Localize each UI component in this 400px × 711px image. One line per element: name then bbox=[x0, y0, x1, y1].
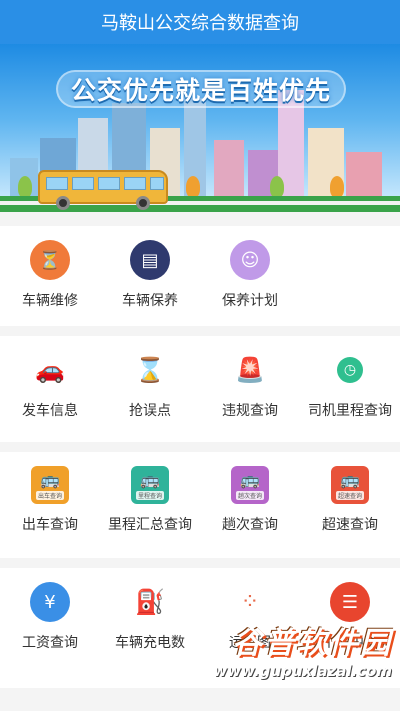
icon-tag: 超速查询 bbox=[335, 491, 364, 500]
menu-item-label: 车辆维修 bbox=[22, 293, 78, 309]
profile-card-icon: ☰ bbox=[330, 582, 370, 622]
clock-icon: ◷ bbox=[337, 357, 363, 383]
building bbox=[346, 152, 382, 198]
menu-item-salary-query[interactable]: ¥ 工资查询 bbox=[0, 568, 100, 688]
menu-item-vehicle-repair[interactable]: ⏳ 车辆维修 bbox=[0, 226, 100, 326]
charger-icon: ⛽ bbox=[135, 588, 165, 616]
person-plan-icon: ☺ bbox=[230, 240, 270, 280]
building bbox=[214, 140, 244, 198]
menu-item-departure-info[interactable]: 🚗 发车信息 bbox=[0, 336, 100, 442]
app-title: 马鞍山公交综合数据查询 bbox=[101, 13, 299, 34]
bus-purple-icon: 🚌 趟次查询 bbox=[231, 466, 269, 504]
menu-item-label: 里程汇总查询 bbox=[108, 517, 192, 533]
menu-item-delay-points[interactable]: ⌛ 抢误点 bbox=[100, 336, 200, 442]
menu-item-label: 司机里程查询 bbox=[308, 403, 392, 419]
menu-item-label: 趟次查询 bbox=[222, 517, 278, 533]
watermark-brand: 谷普软件园 bbox=[232, 626, 392, 661]
watermark: 谷普软件园 www.gupuxlazal.com bbox=[213, 618, 392, 680]
menu-item-speeding-query[interactable]: 🚌 超速查询 超速查询 bbox=[300, 452, 400, 558]
menu-item-label: 抢误点 bbox=[129, 403, 171, 419]
money-icon: ¥ bbox=[30, 582, 70, 622]
menu-item-label: 违规查询 bbox=[222, 403, 278, 419]
tree bbox=[270, 176, 284, 198]
icon-tag: 里程查询 bbox=[135, 491, 164, 500]
menu-section-personal: ¥ 工资查询 ⛽ 车辆充电数 ⁘ 运行图 ☰ 个人中心 谷普软件园 www.gu… bbox=[0, 568, 400, 688]
menu-section-operations: 🚗 发车信息 ⌛ 抢误点 🚨 违规查询 ◷ 司机里程查询 bbox=[0, 336, 400, 442]
menu-item-trip-out-query[interactable]: 🚌 出车查询 出车查询 bbox=[0, 452, 100, 558]
alarm-light-icon: 🚨 bbox=[235, 356, 265, 384]
menu-item-label: 车辆充电数 bbox=[115, 635, 185, 651]
banner-slogan: 公交优先就是百姓优先 bbox=[70, 76, 331, 105]
watermark-url: www.gupuxlazal.com bbox=[213, 662, 392, 680]
slogan-pill: 公交优先就是百姓优先 bbox=[56, 70, 346, 108]
menu-section-maintenance: ⏳ 车辆维修 ▤ 车辆保养 ☺ 保养计划 bbox=[0, 226, 400, 326]
banner: 公交优先就是百姓优先 bbox=[0, 44, 400, 212]
menu-item-trip-count-query[interactable]: 🚌 趟次查询 趟次查询 bbox=[200, 452, 300, 558]
bus-illustration bbox=[38, 170, 168, 210]
icon-tag: 趟次查询 bbox=[235, 491, 264, 500]
menu-item-mileage-summary[interactable]: 🚌 里程查询 里程汇总查询 bbox=[100, 452, 200, 558]
tree bbox=[18, 176, 32, 198]
menu-item-label: 工资查询 bbox=[22, 635, 78, 651]
dots-chart-icon: ⁘ bbox=[240, 589, 260, 615]
menu-item-charging-count[interactable]: ⛽ 车辆充电数 bbox=[100, 568, 200, 688]
tree bbox=[186, 176, 200, 198]
newspaper-icon: ▤ bbox=[130, 240, 170, 280]
hourglass-icon: ⌛ bbox=[135, 356, 165, 384]
bus-red-icon: 🚌 超速查询 bbox=[331, 466, 369, 504]
menu-item-label: 保养计划 bbox=[222, 293, 278, 309]
car-icon: 🚗 bbox=[35, 356, 65, 384]
menu-item-vehicle-maintenance[interactable]: ▤ 车辆保养 bbox=[100, 226, 200, 326]
bus-teal-icon: 🚌 里程查询 bbox=[131, 466, 169, 504]
menu-item-violation-query[interactable]: 🚨 违规查询 bbox=[200, 336, 300, 442]
tree bbox=[330, 176, 344, 198]
menu-item-label: 发车信息 bbox=[22, 403, 78, 419]
icon-tag: 出车查询 bbox=[35, 491, 64, 500]
menu-section-queries: 🚌 出车查询 出车查询 🚌 里程查询 里程汇总查询 🚌 趟次查询 趟次查询 🚌 超速查询… bbox=[0, 452, 400, 558]
menu-item-label: 出车查询 bbox=[22, 517, 78, 533]
hourglass-doc-icon: ⏳ bbox=[30, 240, 70, 280]
bus-orange-icon: 🚌 出车查询 bbox=[31, 466, 69, 504]
menu-item-label: 超速查询 bbox=[322, 517, 378, 533]
app-header: 马鞍山公交综合数据查询 bbox=[0, 0, 400, 44]
menu-item-maintenance-plan[interactable]: ☺ 保养计划 bbox=[200, 226, 300, 326]
menu-item-driver-mileage[interactable]: ◷ 司机里程查询 bbox=[300, 336, 400, 442]
menu-item-label: 车辆保养 bbox=[122, 293, 178, 309]
